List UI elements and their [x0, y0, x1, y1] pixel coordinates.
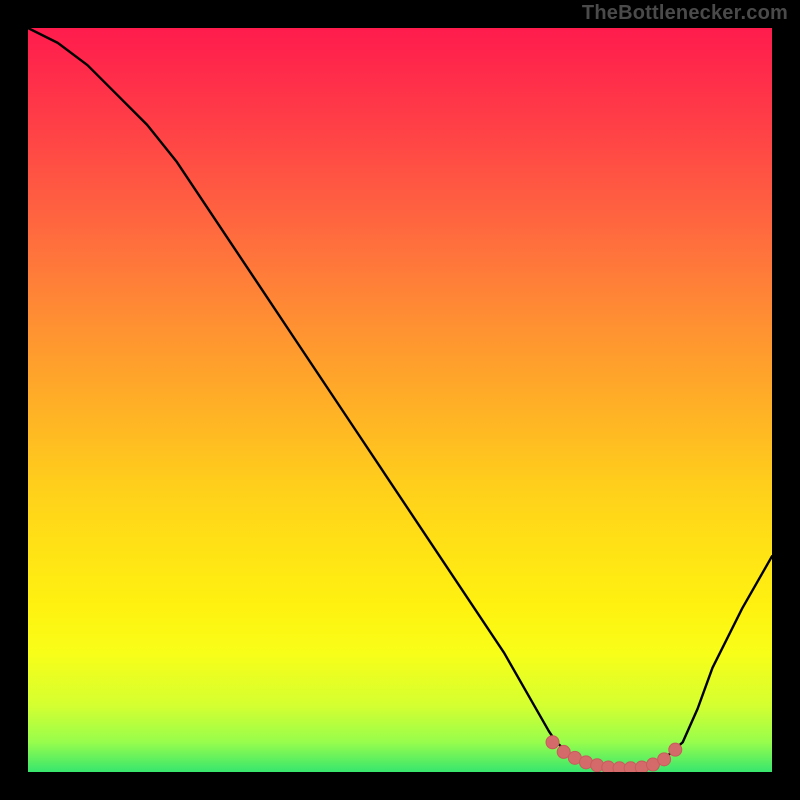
marker-point [658, 753, 671, 766]
marker-point [546, 736, 559, 749]
plot-frame [28, 28, 772, 772]
marker-point [669, 743, 682, 756]
bottleneck-curve [28, 28, 772, 768]
chart-container: TheBottlenecker.com [0, 0, 800, 800]
marker-group [546, 736, 682, 772]
chart-svg [28, 28, 772, 772]
watermark-text: TheBottlenecker.com [582, 2, 788, 25]
